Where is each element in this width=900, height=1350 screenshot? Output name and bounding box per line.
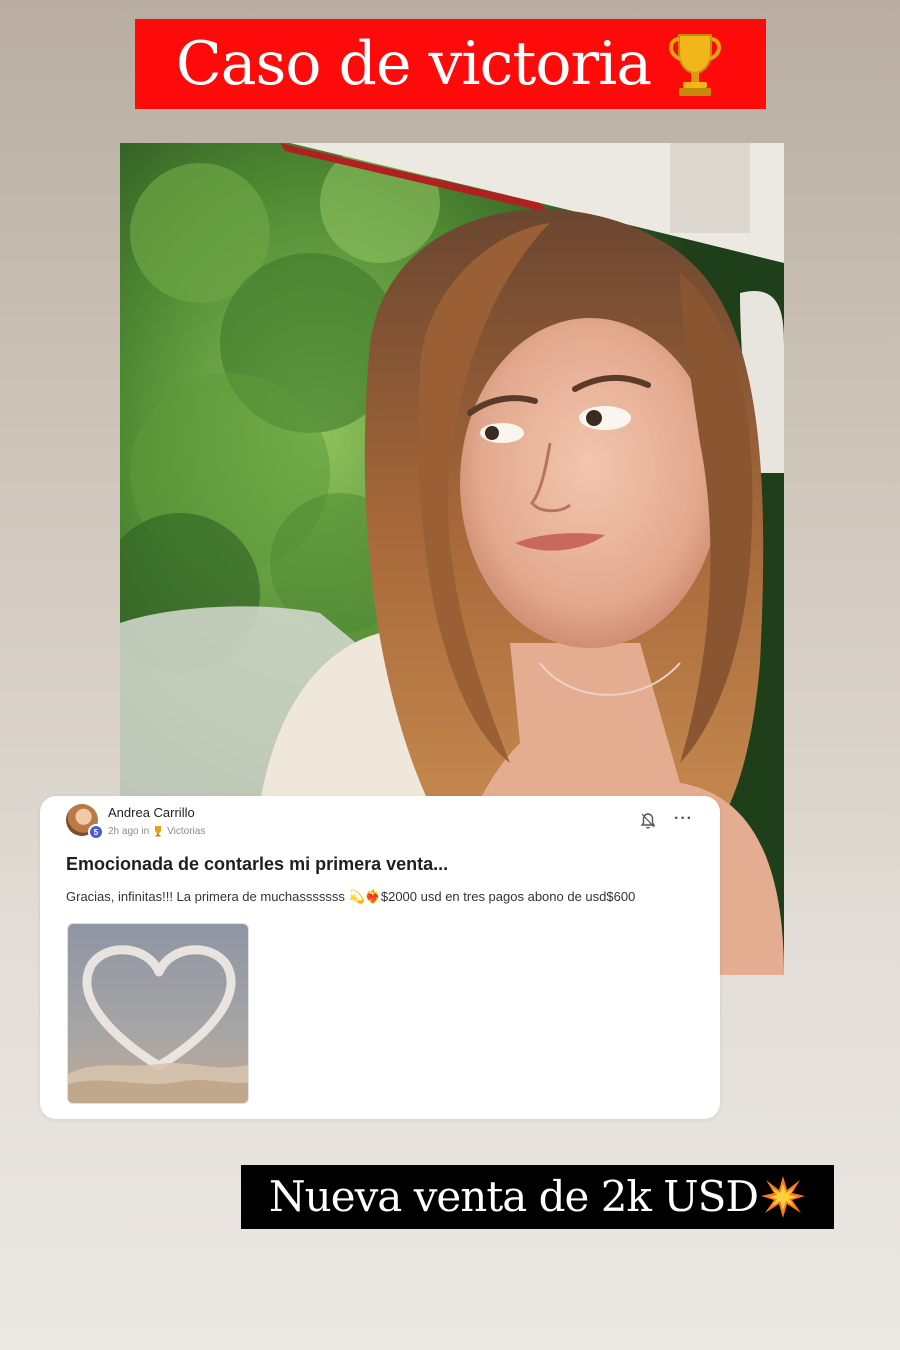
bottom-banner-text: Nueva venta de 2k USD [268, 1172, 759, 1221]
bell-icon[interactable] [640, 812, 656, 830]
category-link[interactable]: Victorias [167, 826, 205, 837]
post-card[interactable]: 5 Andrea Carrillo 2h ago in Victorias ··… [40, 796, 720, 1119]
bottom-banner: Nueva venta de 2k USD [241, 1165, 834, 1229]
banner-title: Caso de victoria [175, 29, 652, 99]
trophy-icon [669, 34, 722, 96]
burst-icon [761, 1176, 806, 1218]
top-banner: Caso de victoria [135, 19, 766, 109]
post-title[interactable]: Emocionada de contarles mi primera venta… [66, 854, 448, 875]
post-meta: 2h ago in Victorias [108, 825, 205, 837]
post-body: Gracias, infinitas!!! La primera de much… [66, 889, 636, 904]
trophy-icon [155, 826, 162, 837]
heart-cloud-image[interactable] [67, 923, 249, 1104]
author-name[interactable]: Andrea Carrillo [108, 805, 195, 820]
post-time: 2h ago in [108, 825, 150, 837]
more-options-icon[interactable]: ··· [674, 810, 693, 828]
level-badge: 5 [88, 824, 104, 840]
